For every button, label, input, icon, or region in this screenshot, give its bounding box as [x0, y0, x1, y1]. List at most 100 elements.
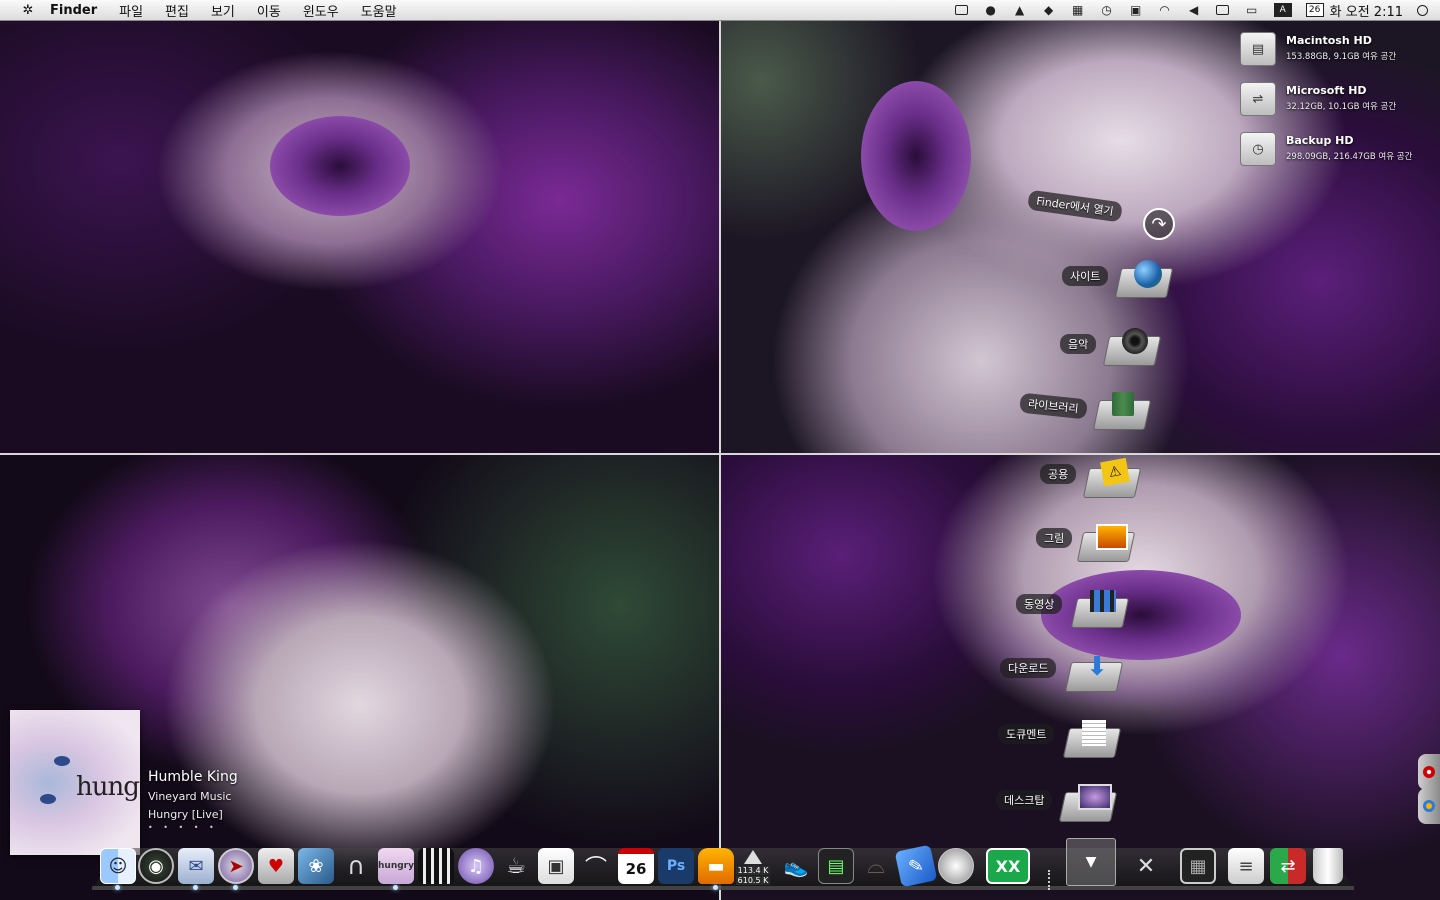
menu-help[interactable]: 도움말 [361, 1, 397, 20]
album-art[interactable]: hungry [10, 710, 140, 855]
hard-drive-icon: ▤ [1240, 32, 1276, 66]
dock-network-monitor[interactable]: 113.4 K 610.5 K [733, 848, 773, 888]
dock-transmit-icon[interactable]: ▬ [698, 848, 734, 884]
public-folder-icon: ⚠ [1082, 457, 1142, 500]
dock-activity-monitor-icon[interactable]: ▤ [818, 848, 854, 884]
now-playing-rating[interactable]: • • • • • [148, 823, 218, 832]
album-art-eye [40, 794, 56, 804]
sites-folder-icon [1114, 258, 1174, 300]
menu-clock[interactable]: 화 오전 2:11 [1330, 1, 1403, 20]
dock-excel-icon[interactable]: XX [986, 848, 1030, 884]
dock-tuneup-icon[interactable]: ♥ [258, 848, 294, 884]
dock-stylebook-icon[interactable]: ⌒ [578, 848, 614, 884]
dock-documents-icon[interactable]: ≡ [1228, 848, 1264, 884]
dock-dvd-icon[interactable] [938, 848, 974, 884]
dock-headphones-icon[interactable]: ∩ [338, 848, 374, 884]
time-machine-drive-icon: ◷ [1240, 132, 1276, 166]
input-method-icon[interactable]: A [1273, 3, 1292, 17]
drive-microsoft-hd[interactable]: ⇌ Microsoft HD 32.12GB, 10.1GB 여유 공간 [1240, 80, 1440, 122]
dock-iphoto-icon[interactable]: ❀ [298, 848, 334, 884]
spaces-icon[interactable]: ▦ [1070, 3, 1086, 17]
menu-file[interactable]: 파일 [119, 1, 143, 20]
stack-item-label: 음악 [1060, 334, 1097, 354]
stack-item-label: 그림 [1036, 528, 1073, 548]
album-art-title: hungry [76, 772, 140, 802]
wallpaper-lips [270, 116, 410, 216]
wifi-icon[interactable]: ◠ [1157, 3, 1173, 17]
user-icon[interactable]: ▲ [1012, 3, 1028, 17]
drive-name: Macintosh HD [1286, 34, 1372, 47]
usb-drive-icon: ⇌ [1240, 82, 1276, 116]
drive-info: 32.12GB, 10.1GB 여유 공간 [1286, 102, 1397, 112]
volume-icon[interactable]: ◀ [1186, 3, 1202, 17]
running-indicator [115, 885, 120, 890]
drive-backup-hd[interactable]: ◷ Backup HD 298.09GB, 216.47GB 여유 공간 [1240, 130, 1440, 172]
time-machine-icon[interactable]: ◷ [1099, 3, 1115, 17]
globe-icon [1423, 800, 1435, 812]
display-icon[interactable] [1215, 3, 1231, 17]
dock-caffeine-icon[interactable]: ☕ [498, 848, 534, 884]
dock-hat-icon[interactable]: ⌓ [858, 848, 894, 884]
dock-photo-booth-icon[interactable]: ▦ [1180, 848, 1216, 884]
battery-icon[interactable]: ▭ [1244, 3, 1260, 17]
spotlight-icon[interactable] [1417, 4, 1428, 16]
dock-itunes-visualizer-icon[interactable]: ♫ [458, 848, 494, 884]
menu-window[interactable]: 윈도우 [303, 1, 339, 20]
dock-stack-arrow-icon[interactable]: ▼ [1066, 838, 1116, 886]
record-icon [1423, 766, 1435, 778]
dock-photoshop-icon[interactable]: Ps [658, 848, 694, 884]
stack-item-label: 동영상 [1016, 594, 1063, 614]
open-in-finder-arrow-icon[interactable]: ↷ [1143, 208, 1175, 240]
stack-item-label: 공용 [1040, 464, 1077, 484]
network-up-speed: 113.4 K [736, 866, 770, 875]
chat-icon[interactable]: ● [983, 3, 999, 17]
dock-ical-icon[interactable]: 26 [618, 848, 654, 884]
documents-folder-icon [1062, 718, 1122, 760]
dock-dashboard-icon[interactable]: ◉ [138, 848, 174, 884]
movies-folder-icon [1070, 588, 1130, 630]
dock-pages-icon[interactable]: ✎ [894, 844, 938, 888]
running-indicator [713, 885, 718, 890]
network-arrow-icon [744, 850, 762, 864]
menu-extra-icon[interactable]: ▣ [1128, 3, 1144, 17]
dock-photo-manager-icon[interactable]: ⇄ [1270, 848, 1306, 884]
side-dock-record-tab[interactable] [1418, 754, 1440, 790]
dock-itunes-album-icon[interactable]: hungry [378, 848, 414, 884]
menu-edit[interactable]: 편집 [165, 1, 189, 20]
album-art-eye [54, 756, 70, 766]
wallpaper-top-left [0, 21, 719, 453]
now-playing-artist: Vineyard Music [148, 790, 232, 803]
menu-view[interactable]: 보기 [211, 1, 235, 20]
now-playing-album: Hungry [Live] [148, 808, 223, 821]
running-indicator [393, 885, 398, 890]
dock-mail-icon[interactable]: ✉ [178, 848, 214, 884]
drive-macintosh-hd[interactable]: ▤ Macintosh HD 153.88GB, 9.1GB 여유 공간 [1240, 30, 1440, 72]
desktop-folder-icon [1058, 782, 1118, 824]
dock-trash-icon[interactable] [1313, 848, 1343, 884]
dock-finder-icon[interactable]: ☺ [100, 848, 136, 884]
dock-imovie-icon[interactable] [418, 848, 454, 884]
side-dock-globe-tab[interactable] [1418, 788, 1440, 824]
evernote-icon[interactable]: ◆ [1041, 3, 1057, 17]
screen-icon[interactable] [954, 3, 970, 17]
dock-safari-icon[interactable]: ➤ [218, 848, 254, 884]
stack-item-label: 다운로드 [1000, 658, 1057, 678]
dock-applications-icon[interactable]: ✕ [1128, 848, 1164, 884]
drive-info: 298.09GB, 216.47GB 여유 공간 [1286, 152, 1413, 162]
dock-sneaker-icon[interactable]: 👟 [778, 848, 814, 884]
wallpaper-divider-horizontal [0, 453, 1440, 455]
drive-info: 153.88GB, 9.1GB 여유 공간 [1286, 52, 1397, 62]
apple-menu-icon[interactable]: ✲ [20, 3, 36, 18]
running-indicator [233, 885, 238, 890]
wallpaper-divider-vertical [719, 21, 721, 900]
wallpaper-lips [1041, 570, 1241, 660]
music-folder-icon [1102, 326, 1162, 368]
pictures-folder-icon [1076, 522, 1136, 564]
menu-go[interactable]: 이동 [257, 1, 281, 20]
drive-name: Backup HD [1286, 134, 1354, 147]
dock-polaroid-icon[interactable]: ▣ [538, 848, 574, 884]
app-menu-finder[interactable]: Finder [50, 3, 97, 18]
calendar-menu-icon[interactable]: 26 [1305, 3, 1324, 17]
stack-item-label: 도큐멘트 [998, 724, 1055, 744]
dock-separator [1048, 870, 1052, 890]
